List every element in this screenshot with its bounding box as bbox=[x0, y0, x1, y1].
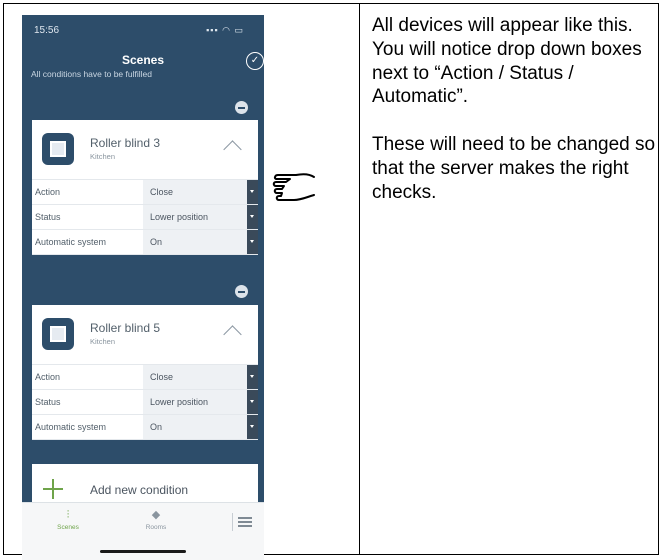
action-row: Action Close bbox=[32, 180, 258, 205]
signal-wifi-battery-icon: ▪▪▪ ◠ ▭ bbox=[206, 25, 244, 35]
automatic-dropdown[interactable]: On bbox=[143, 230, 247, 254]
confirm-check-icon[interactable]: ✓ bbox=[246, 52, 264, 70]
dropdown-arrow-icon[interactable] bbox=[247, 230, 258, 254]
tab-scenes[interactable]: ⫶ Scenes bbox=[38, 508, 98, 531]
dropdown-arrow-icon[interactable] bbox=[247, 205, 258, 229]
roller-blind-icon bbox=[42, 133, 74, 165]
dropdown-value: Lower position bbox=[150, 397, 209, 407]
tab-rooms[interactable]: ◆ Rooms bbox=[126, 508, 186, 531]
row-label: Status bbox=[35, 212, 61, 222]
dropdown-arrow-icon[interactable] bbox=[247, 365, 258, 389]
column-divider bbox=[359, 3, 360, 555]
pointing-hand-icon bbox=[272, 173, 315, 201]
card-header[interactable]: Roller blind 3 Kitchen bbox=[32, 120, 258, 180]
status-dropdown[interactable]: Lower position bbox=[143, 205, 247, 229]
tab-label: Scenes bbox=[57, 524, 79, 531]
roller-blind-icon bbox=[42, 318, 74, 350]
row-label: Action bbox=[35, 187, 61, 197]
plus-icon bbox=[43, 479, 63, 499]
card-header[interactable]: Roller blind 5 Kitchen bbox=[32, 305, 258, 365]
rooms-icon: ◆ bbox=[151, 509, 161, 521]
phone-screenshot: 15:56 ▪▪▪ ◠ ▭ Scenes ✓ All conditions ha… bbox=[22, 15, 264, 560]
dropdown-value: Close bbox=[150, 187, 174, 197]
dropdown-value: Lower position bbox=[150, 212, 209, 222]
row-label: Status bbox=[35, 397, 61, 407]
instructions-paragraph-1: All devices will appear like this. You w… bbox=[372, 15, 642, 108]
tab-label: Rooms bbox=[145, 524, 167, 531]
dropdown-arrow-icon[interactable] bbox=[247, 390, 258, 414]
status-dropdown[interactable]: Lower position bbox=[143, 390, 247, 414]
row-label: Automatic system bbox=[35, 237, 107, 247]
scenes-icon: ⫶ bbox=[66, 509, 70, 521]
chevron-up-icon[interactable] bbox=[223, 325, 242, 344]
dropdown-value: On bbox=[150, 422, 163, 432]
row-label: Automatic system bbox=[35, 422, 107, 432]
remove-condition-2-icon[interactable] bbox=[235, 285, 248, 298]
remove-condition-1-icon[interactable] bbox=[235, 101, 248, 114]
action-dropdown[interactable]: Close bbox=[143, 180, 247, 204]
page-title: Scenes bbox=[121, 53, 165, 67]
device-room: Kitchen bbox=[90, 337, 116, 346]
menu-icon[interactable] bbox=[238, 517, 252, 527]
dropdown-arrow-icon[interactable] bbox=[247, 415, 258, 439]
status-time: 15:56 bbox=[34, 25, 60, 36]
action-dropdown[interactable]: Close bbox=[143, 365, 247, 389]
device-name: Roller blind 3 bbox=[90, 136, 161, 150]
instructions-text: All devices will appear like this. You w… bbox=[372, 14, 657, 205]
row-label: Action bbox=[35, 372, 61, 382]
condition-card-2: Roller blind 5 Kitchen Action Close Stat… bbox=[32, 305, 258, 440]
device-name: Roller blind 5 bbox=[90, 321, 161, 335]
dropdown-arrow-icon[interactable] bbox=[247, 180, 258, 204]
automatic-dropdown[interactable]: On bbox=[143, 415, 247, 439]
add-condition-label: Add new condition bbox=[90, 483, 189, 497]
status-row: Status Lower position bbox=[32, 205, 258, 230]
automatic-row: Automatic system On bbox=[32, 415, 258, 440]
status-row: Status Lower position bbox=[32, 390, 258, 415]
action-row: Action Close bbox=[32, 365, 258, 390]
dropdown-value: On bbox=[150, 237, 163, 247]
home-indicator bbox=[100, 550, 186, 553]
conditions-subtitle: All conditions have to be fulfilled bbox=[31, 69, 152, 79]
chevron-up-icon[interactable] bbox=[223, 140, 242, 159]
condition-card-1: Roller blind 3 Kitchen Action Close Stat… bbox=[32, 120, 258, 255]
status-bar: 15:56 ▪▪▪ ◠ ▭ bbox=[22, 25, 264, 39]
device-room: Kitchen bbox=[90, 152, 116, 161]
instructions-paragraph-2: These will need to be changed so that th… bbox=[372, 134, 656, 203]
tab-divider bbox=[232, 513, 233, 531]
automatic-row: Automatic system On bbox=[32, 230, 258, 255]
dropdown-value: Close bbox=[150, 372, 174, 382]
